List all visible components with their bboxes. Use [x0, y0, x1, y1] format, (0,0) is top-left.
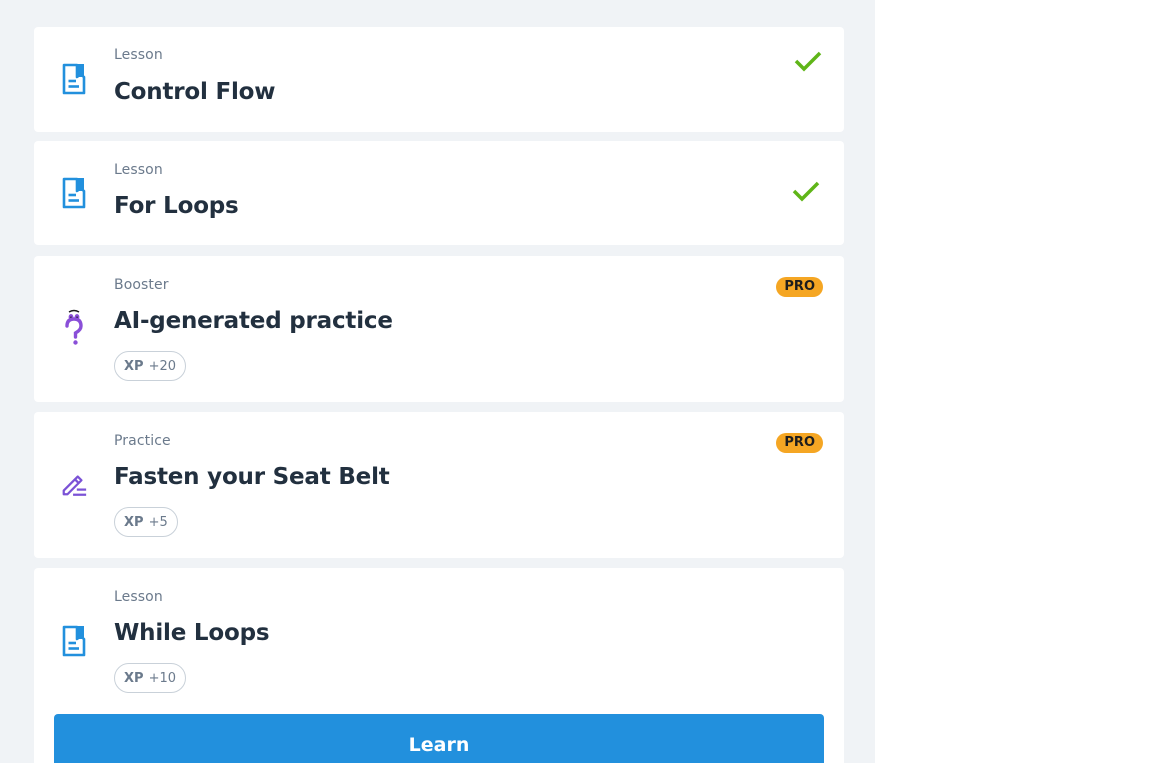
practice-card-seat-belt[interactable]: Practice Fasten your Seat Belt PRO XP +5 [34, 412, 844, 558]
item-title: Fasten your Seat Belt [114, 464, 390, 490]
completed-check-icon [794, 51, 822, 72]
item-kind: Lesson [114, 162, 163, 178]
pencil-edit-icon [60, 467, 88, 501]
xp-reward-chip: XP +10 [114, 663, 186, 693]
learn-button[interactable]: Learn [54, 714, 824, 763]
lesson-card-for-loops[interactable]: Lesson For Loops [34, 141, 844, 245]
pro-badge: PRO [776, 433, 823, 453]
xp-value: +20 [148, 358, 176, 374]
xp-reward-chip: XP +5 [114, 507, 178, 537]
xp-label: XP [124, 670, 144, 686]
xp-label: XP [124, 514, 144, 530]
booster-card-ai-practice[interactable]: Booster AI-generated practice PRO XP +20 [34, 256, 844, 402]
course-content-panel: Lesson Control Flow Lesson For Loops Boo… [0, 0, 875, 763]
xp-label: XP [124, 358, 144, 374]
item-kind: Lesson [114, 589, 163, 605]
xp-reward-chip: XP +20 [114, 351, 186, 381]
item-kind: Practice [114, 433, 171, 449]
question-mark-icon [60, 309, 88, 345]
item-title: For Loops [114, 193, 239, 219]
item-kind: Booster [114, 277, 169, 293]
item-title: AI-generated practice [114, 308, 393, 334]
xp-value: +10 [148, 670, 176, 686]
lesson-doc-icon [60, 176, 88, 210]
completed-check-icon [792, 181, 820, 202]
lesson-card-control-flow[interactable]: Lesson Control Flow [34, 27, 844, 132]
xp-value: +5 [148, 514, 168, 530]
pro-badge: PRO [776, 277, 823, 297]
item-title: While Loops [114, 620, 270, 646]
item-kind: Lesson [114, 47, 163, 63]
lesson-doc-icon [60, 62, 88, 96]
lesson-doc-icon [60, 624, 88, 658]
item-title: Control Flow [114, 79, 276, 105]
